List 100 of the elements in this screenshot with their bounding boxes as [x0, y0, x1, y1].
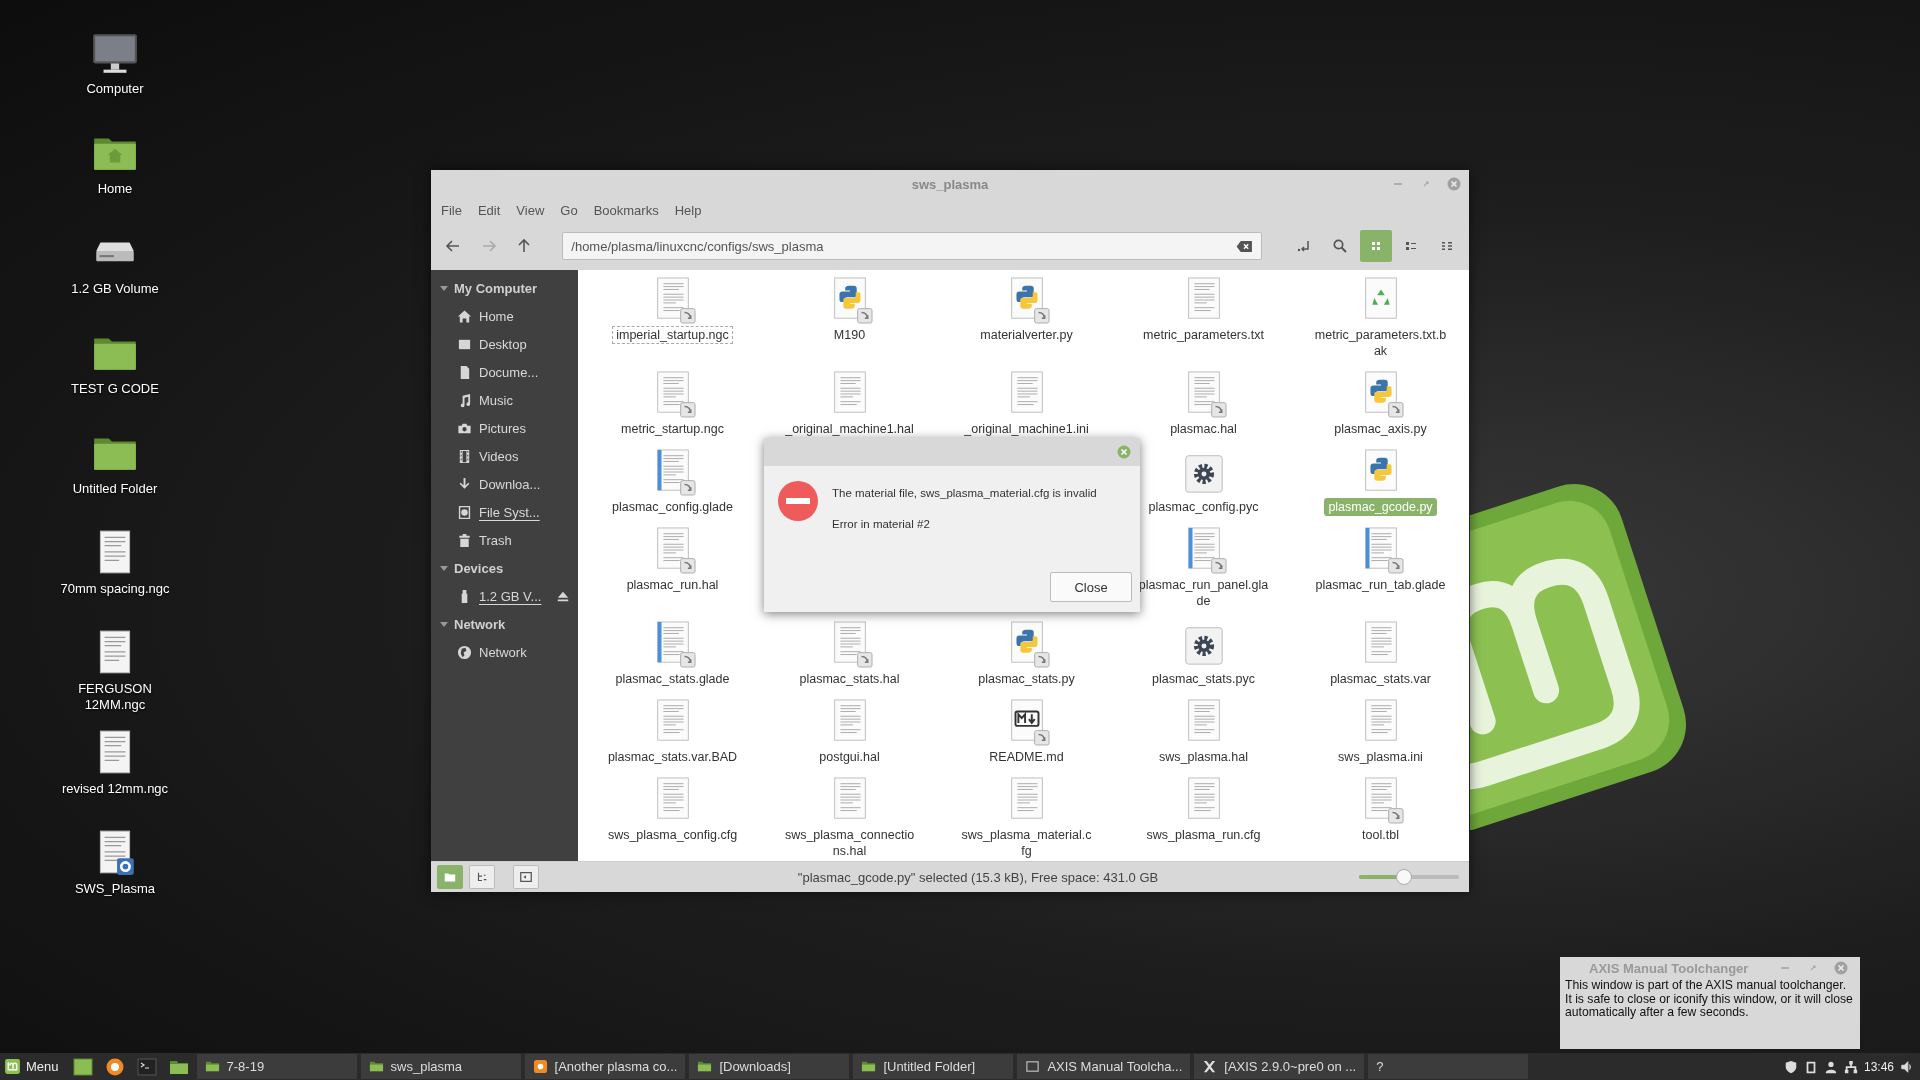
sidebar-item[interactable]: File Syst...	[479, 504, 540, 520]
menu-item[interactable]: Help	[670, 202, 714, 218]
sidebar-item[interactable]: Docume...	[479, 364, 539, 380]
file-name[interactable]: plasmac_run.hal	[622, 576, 723, 594]
desktop-icon-label[interactable]: 1.2 GB Volume	[71, 281, 159, 297]
taskbar-button[interactable]: 7-8-19	[196, 1054, 357, 1079]
file-name[interactable]: metric_parameters.txt.bak	[1310, 326, 1451, 360]
file-name[interactable]: metric_startup.ngc	[617, 420, 728, 438]
menu-item[interactable]: File	[437, 202, 474, 218]
file-name[interactable]: plasmac_stats.var	[1326, 670, 1435, 688]
file-name[interactable]: plasmac_stats.var.BAD	[603, 748, 742, 766]
terminal-icon[interactable]	[136, 1056, 157, 1077]
file-name[interactable]: plasmac_stats.hal	[795, 670, 904, 688]
file-name[interactable]: tool.tbl	[1358, 826, 1403, 844]
folder-icon[interactable]	[204, 1059, 220, 1074]
file-name[interactable]: sws_plasma_material.cfg	[956, 826, 1097, 860]
taskbar-button[interactable]: [AXIS 2.9.0~pre0 on ...	[1194, 1054, 1365, 1079]
file-name[interactable]: plasmac.hal	[1166, 420, 1241, 438]
sidebar-item[interactable]: Network	[479, 644, 527, 660]
close-button[interactable]: Close	[1050, 572, 1132, 602]
taskbar-button[interactable]: sws_plasma	[360, 1054, 521, 1079]
taskbar-button[interactable]: AXIS Manual Toolcha...	[1017, 1054, 1191, 1079]
sidebar-item[interactable]: Home	[479, 308, 514, 324]
file-name[interactable]: plasmac_run_tab.glade	[1311, 576, 1450, 594]
sidebar-toggle-icon[interactable]	[519, 870, 533, 884]
shield-icon[interactable]	[1783, 1059, 1798, 1074]
desktop-icon-label[interactable]: Untitled Folder	[72, 481, 158, 497]
tree-icon[interactable]	[475, 870, 489, 884]
desktop-icon-label[interactable]: Computer	[86, 81, 144, 97]
file-name[interactable]: imperial_startup.ngc	[612, 326, 733, 344]
file-name[interactable]: postgui.hal	[815, 748, 884, 766]
desktop-icon-label[interactable]: 70mm spacing.ngc	[60, 581, 170, 597]
file-name[interactable]: plasmac_axis.py	[1330, 420, 1431, 438]
folder-icon[interactable]	[368, 1059, 384, 1074]
expander-down-icon[interactable]	[439, 619, 449, 629]
eject-icon[interactable]	[556, 589, 571, 603]
desktop-icon-label[interactable]: Home	[97, 181, 133, 197]
file-name[interactable]: README.md	[985, 748, 1068, 766]
file-name[interactable]: _original_machine1.hal	[781, 420, 918, 438]
desktop-icon-label[interactable]: revised 12mm.ngc	[61, 781, 169, 797]
file-name[interactable]: sws_plasma.ini	[1334, 748, 1427, 766]
file-name[interactable]: materialverter.py	[976, 326, 1077, 344]
window-message: This window is part of the AXIS manual toolchanger. It is safe to close or iconify this window, or it will close automatically after a few seconds.	[1565, 979, 1854, 1020]
expander-down-icon[interactable]	[439, 283, 449, 293]
house-icon	[457, 308, 472, 324]
sidebar-item[interactable]: Videos	[479, 448, 519, 464]
sidebar-toggle-button[interactable]	[513, 865, 539, 889]
file-name[interactable]: plasmac_config.pyc	[1144, 498, 1263, 516]
folder-icon[interactable]	[697, 1059, 713, 1074]
file-name[interactable]: _original_machine1.ini	[960, 420, 1093, 438]
menu-item[interactable]: View	[512, 202, 557, 218]
file-name[interactable]: plasmac_config.glade	[608, 498, 737, 516]
taskbar-button[interactable]: [Another plasma co...	[524, 1054, 686, 1079]
file-name[interactable]: sws_plasma.hal	[1155, 748, 1252, 766]
zoom-slider[interactable]	[1359, 869, 1459, 885]
file-name[interactable]: metric_parameters.txt	[1139, 326, 1268, 344]
search-icon[interactable]	[1331, 238, 1348, 254]
folder-icon[interactable]	[861, 1059, 877, 1074]
file-name[interactable]: plasmac_stats.glade	[611, 670, 734, 688]
file-name[interactable]: M190	[829, 326, 870, 344]
browser-icon[interactable]	[532, 1059, 548, 1074]
tree-button[interactable]	[469, 865, 495, 889]
sidebar-item[interactable]: Music	[479, 392, 513, 408]
desktop-icon-label[interactable]: SWS_Plasma	[74, 881, 156, 897]
file-name[interactable]: plasmac_stats.pyc	[1148, 670, 1259, 688]
back-arrow-icon[interactable]	[444, 238, 461, 254]
sidebar-item[interactable]: Trash	[479, 532, 512, 548]
network-icon[interactable]	[1843, 1059, 1858, 1074]
taskbar-button[interactable]: [Untitled Folder]	[853, 1054, 1014, 1079]
clear-icon[interactable]	[1236, 239, 1254, 253]
taskbar-button[interactable]: ?	[1368, 1054, 1529, 1079]
file-name[interactable]: plasmac_stats.py	[974, 670, 1079, 688]
file-name[interactable]: sws_plasma_config.cfg	[603, 826, 742, 844]
menu-item[interactable]: Bookmarks	[589, 202, 671, 218]
clock[interactable]: 13:46	[1863, 1059, 1894, 1074]
user-icon[interactable]	[1823, 1059, 1838, 1074]
desktop-icon-label[interactable]: FERGUSON 12MM.ngc	[60, 681, 170, 713]
menu-button[interactable]: Menu	[2, 1053, 65, 1080]
film-icon	[457, 448, 472, 464]
browser-icon[interactable]	[104, 1056, 125, 1077]
window-title: sws_plasma	[911, 176, 989, 192]
menu-item[interactable]: Edit	[473, 202, 513, 218]
status-text: "plasmac_gcode.py" selected (15.3 kB), Free space: 431.0 GB	[796, 869, 1160, 885]
sidebar-item[interactable]: 1.2 GB V...	[479, 588, 542, 604]
location-field[interactable]: /home/plasma/linuxcnc/configs/sws_plasma	[562, 232, 1263, 260]
taskbar-button[interactable]: [Downloads]	[689, 1054, 850, 1079]
down-arrow-icon	[457, 476, 472, 492]
desktop-icon[interactable]	[72, 1056, 93, 1077]
menu-item[interactable]: Go	[556, 202, 590, 218]
expander-down-icon[interactable]	[439, 563, 449, 573]
speaker-icon[interactable]	[1900, 1059, 1914, 1074]
file-name[interactable]: sws_plasma_run.cfg	[1142, 826, 1265, 844]
sidebar-item[interactable]: Desktop	[479, 336, 527, 352]
file-name[interactable]: sws_plasma_connections.hal	[779, 826, 920, 860]
logo-icon[interactable]	[4, 1058, 21, 1075]
sidebar-item[interactable]: Downloa...	[479, 476, 541, 492]
sidebar-item[interactable]: Pictures	[479, 420, 526, 436]
x-logo-icon[interactable]	[1202, 1059, 1218, 1074]
window-icon[interactable]	[1025, 1059, 1041, 1074]
desktop-icon-label[interactable]: TEST G CODE	[71, 381, 159, 397]
